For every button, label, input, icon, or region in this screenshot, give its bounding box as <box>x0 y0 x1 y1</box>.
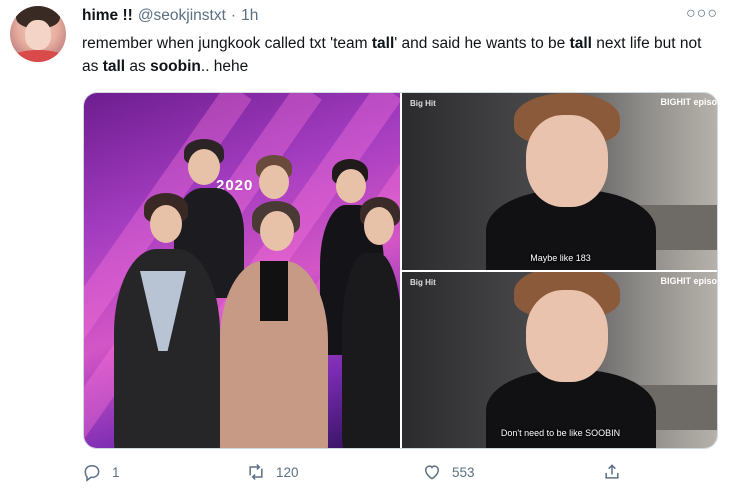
tweet-actions: 1 120 553 <box>82 462 722 484</box>
share-icon <box>605 464 619 479</box>
avatar-face <box>25 20 51 50</box>
retweet-count: 120 <box>276 464 299 480</box>
watermark-left: Big Hit <box>410 99 436 108</box>
person-head <box>150 205 182 243</box>
reply-button[interactable]: 1 <box>82 462 120 482</box>
text-part: .. hehe <box>200 58 249 75</box>
person-head <box>188 149 220 185</box>
text-part: remember when jungkook called txt 'team <box>82 35 372 52</box>
tweet-text: remember when jungkook called txt 'team … <box>82 32 722 78</box>
person-face <box>526 115 608 207</box>
media-photo-left[interactable]: 2020 <box>84 93 400 448</box>
timestamp[interactable]: 1h <box>241 7 258 25</box>
text-bold: soobin <box>150 58 201 75</box>
person-body <box>342 253 400 448</box>
person-face <box>526 290 608 382</box>
media-grid: 2020 Big Hit BIGHIT episo Maybe like 183… <box>83 92 718 449</box>
watermark-right: BIGHIT episo <box>660 97 717 107</box>
text-part: ' and said he wants to be <box>394 35 570 52</box>
text-part: as <box>125 58 151 75</box>
reply-count: 1 <box>112 464 120 480</box>
like-count: 553 <box>452 464 475 480</box>
person-head <box>260 211 294 251</box>
reply-icon <box>84 464 100 482</box>
tweet-header: hime !! @seokjinstxt · 1h <box>82 7 258 29</box>
separator-dot: · <box>230 7 237 24</box>
more-horizontal-icon[interactable]: ○○○ <box>686 6 718 22</box>
like-button[interactable]: 553 <box>422 462 475 482</box>
avatar-shirt <box>10 50 66 62</box>
video-caption: Don't need to be like SOOBIN <box>500 428 621 438</box>
media-photo-bottom-right[interactable]: Big Hit BIGHIT episo Don't need to be li… <box>402 272 717 448</box>
retweet-button[interactable]: 120 <box>246 462 299 482</box>
user-handle[interactable]: @seokjinstxt <box>138 7 226 25</box>
text-bold: tall <box>102 58 126 75</box>
person-head <box>336 169 366 203</box>
turtleneck <box>260 261 288 321</box>
media-photo-top-right[interactable]: Big Hit BIGHIT episo Maybe like 183 <box>402 93 717 270</box>
share-button[interactable] <box>602 462 622 482</box>
watermark-right: BIGHIT episo <box>660 276 717 286</box>
video-caption: Maybe like 183 <box>530 253 591 263</box>
watermark-left: Big Hit <box>410 278 436 287</box>
text-bold: tall <box>371 35 395 52</box>
text-bold: tall <box>569 35 592 52</box>
person-head <box>259 165 289 199</box>
avatar[interactable] <box>10 6 66 62</box>
like-icon <box>424 465 440 480</box>
display-name[interactable]: hime !! <box>82 7 133 25</box>
person-head <box>364 207 394 245</box>
retweet-icon <box>249 463 263 481</box>
